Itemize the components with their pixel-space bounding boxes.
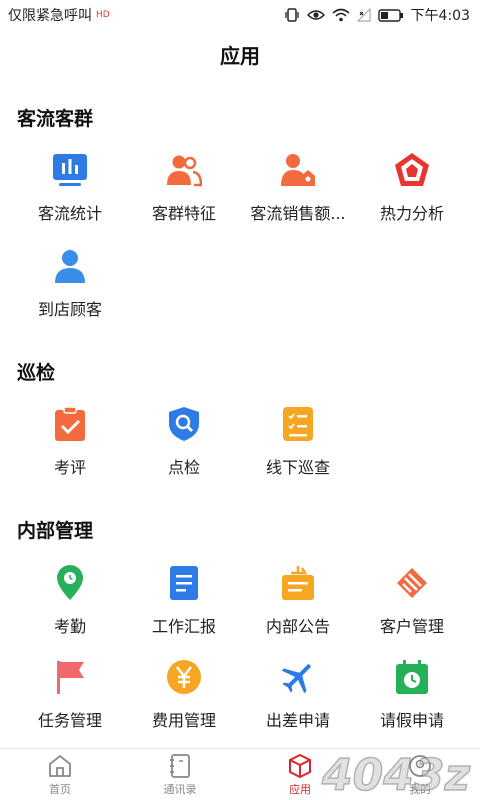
app-store-visitors[interactable]: 到店顾客 bbox=[10, 248, 130, 338]
section-title-internal: 内部管理 bbox=[17, 520, 94, 542]
tab-contacts[interactable]: 通讯录 bbox=[120, 749, 240, 800]
app-expense-management[interactable]: 费用管理 bbox=[124, 659, 244, 749]
tab-home[interactable]: 首页 bbox=[0, 749, 120, 800]
app-task-management[interactable]: 任务管理 bbox=[10, 659, 130, 749]
document-icon bbox=[170, 566, 198, 600]
bar-chart-icon bbox=[53, 154, 87, 186]
status-time: 下午4:03 bbox=[410, 8, 470, 24]
app-label: 到店顾客 bbox=[37, 300, 102, 319]
app-label: 出差申请 bbox=[265, 711, 330, 730]
app-label: 线下巡查 bbox=[265, 458, 330, 477]
cube-icon bbox=[289, 753, 311, 779]
heat-pentagon-icon bbox=[395, 153, 429, 186]
app-work-report[interactable]: 工作汇报 bbox=[124, 565, 244, 655]
checklist-icon bbox=[283, 407, 313, 441]
app-label: 热力分析 bbox=[379, 204, 444, 223]
vibrate-icon bbox=[284, 8, 299, 22]
app-attendance[interactable]: 考勤 bbox=[10, 565, 130, 655]
status-bar: 仅限紧急呼叫 HD 下午4:03 bbox=[0, 0, 480, 30]
customer-manage-icon bbox=[397, 568, 427, 598]
eye-icon bbox=[306, 10, 325, 20]
hd-badge: HD bbox=[96, 10, 110, 20]
signal-icon bbox=[356, 8, 371, 22]
app-label: 考评 bbox=[53, 458, 86, 477]
app-label: 工作汇报 bbox=[151, 617, 216, 636]
app-traffic-stats[interactable]: 客流统计 bbox=[10, 152, 130, 242]
app-label: 任务管理 bbox=[37, 711, 102, 730]
app-label: 内部公告 bbox=[265, 617, 330, 636]
app-label: 费用管理 bbox=[151, 711, 216, 730]
app-label: 考勤 bbox=[53, 617, 86, 636]
app-customer-group[interactable]: 客群特征 bbox=[124, 152, 244, 242]
app-internal-notice[interactable]: 内部公告 bbox=[238, 565, 358, 655]
section-title-inspection: 巡检 bbox=[17, 362, 56, 384]
clipboard-check-icon bbox=[55, 406, 85, 441]
app-label: 请假申请 bbox=[379, 711, 444, 730]
section-title-traffic: 客流客群 bbox=[17, 108, 94, 130]
app-offline-patrol[interactable]: 线下巡查 bbox=[238, 406, 358, 496]
tab-label: 通讯录 bbox=[163, 783, 197, 796]
contacts-book-icon bbox=[170, 754, 190, 778]
app-label: 点检 bbox=[167, 458, 200, 477]
tab-label: 应用 bbox=[289, 783, 311, 796]
page-title: 应用 bbox=[220, 44, 260, 68]
app-label: 客流销售额... bbox=[250, 204, 346, 223]
app-spot-check[interactable]: 点检 bbox=[124, 406, 244, 496]
app-customer-management[interactable]: 客户管理 bbox=[352, 565, 472, 655]
shield-search-icon bbox=[169, 407, 199, 441]
app-label: 客群特征 bbox=[151, 204, 216, 223]
flag-icon bbox=[57, 661, 84, 694]
location-pin-icon bbox=[57, 565, 83, 600]
tab-label: 首页 bbox=[49, 783, 71, 796]
battery-icon bbox=[377, 8, 403, 22]
airplane-icon bbox=[281, 664, 311, 694]
watermark-logo: 4043z bbox=[320, 749, 471, 800]
announcement-icon bbox=[282, 566, 314, 600]
status-right: 下午4:03 bbox=[284, 5, 470, 25]
calendar-clock-icon bbox=[396, 660, 428, 694]
users-icon bbox=[167, 155, 202, 187]
app-leave-request[interactable]: 请假申请 bbox=[352, 659, 472, 749]
customer-icon bbox=[55, 250, 85, 283]
app-heat-analysis[interactable]: 热力分析 bbox=[352, 152, 472, 242]
user-sales-icon bbox=[281, 154, 315, 186]
wifi-icon bbox=[332, 8, 350, 22]
app-label: 客户管理 bbox=[379, 617, 444, 636]
app-traffic-sales[interactable]: 客流销售额... bbox=[238, 152, 358, 242]
yen-coin-icon bbox=[167, 660, 201, 694]
carrier-text: 仅限紧急呼叫 bbox=[8, 8, 92, 24]
app-evaluation[interactable]: 考评 bbox=[10, 406, 130, 496]
home-icon bbox=[49, 754, 71, 777]
app-label: 客流统计 bbox=[37, 204, 102, 223]
status-left: 仅限紧急呼叫 HD bbox=[8, 5, 110, 25]
watermark-text: 4043z bbox=[321, 750, 470, 800]
app-travel-request[interactable]: 出差申请 bbox=[238, 659, 358, 749]
